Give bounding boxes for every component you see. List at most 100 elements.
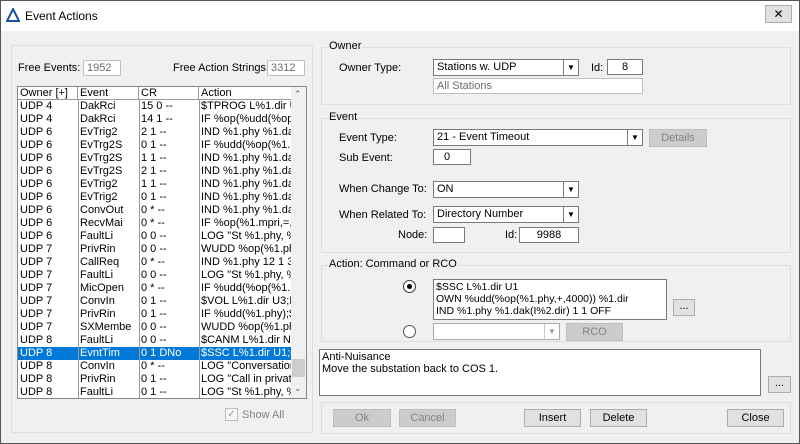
comment-more-button[interactable]: ...: [768, 376, 791, 393]
command-more-button[interactable]: ...: [673, 299, 695, 316]
cell-owner: UDP 6: [20, 152, 53, 164]
table-row[interactable]: UDP 6 EvTrg2S 0 1 -- IF %udd(%op(%1.pl: [18, 139, 292, 152]
cell-owner: UDP 7: [20, 321, 53, 333]
header-owner[interactable]: Owner [+]: [18, 87, 78, 100]
owner-type-select[interactable]: Stations w. UDP ▼: [433, 59, 579, 76]
scroll-down-icon[interactable]: ⌄: [294, 383, 302, 394]
cell-event: EvTrg2S: [80, 165, 123, 177]
table-row[interactable]: UDP 6 FaultLi 0 0 -- LOG "St %1.phy, %: [18, 230, 292, 243]
scroll-thumb[interactable]: [292, 359, 305, 377]
when-related-label: When Related To:: [339, 209, 427, 221]
cell-event: SXMembe: [80, 321, 132, 333]
cell-cr: 0 1 DNo: [141, 347, 182, 359]
table-row[interactable]: UDP 8 PrivRin 0 1 -- LOG "Call in private: [18, 373, 292, 386]
cell-event: RecvMai: [80, 217, 123, 229]
cell-action: LOG "Conversation: [201, 360, 292, 372]
header-action[interactable]: Action: [199, 87, 292, 100]
cell-owner: UDP 6: [20, 126, 53, 138]
chevron-down-icon[interactable]: ▼: [563, 182, 578, 197]
related-id-input[interactable]: 9988: [519, 227, 579, 243]
free-events-value: 1952: [83, 60, 121, 76]
show-all-checkbox[interactable]: ✓: [225, 408, 238, 421]
table-row[interactable]: UDP 7 ConvIn 0 1 -- $VOL L%1.dir U3;II: [18, 295, 292, 308]
when-related-select[interactable]: Directory Number ▼: [433, 206, 579, 223]
rco-radio[interactable]: [403, 325, 416, 338]
owner-id-input[interactable]: 8: [607, 59, 643, 75]
cell-cr: 0 1 --: [141, 295, 167, 307]
cell-cr: 0 * --: [141, 282, 165, 294]
cell-owner: UDP 6: [20, 191, 53, 203]
sub-event-input[interactable]: 0: [433, 149, 471, 165]
cell-action: IF %udd(%op(%1.pl: [201, 139, 292, 151]
comment-textarea[interactable]: Anti-Nuisance Move the substation back t…: [319, 349, 761, 396]
event-actions-table[interactable]: Owner [+] Event CR Action UDP 4 DakRci 15 …: [17, 86, 307, 399]
cell-owner: UDP 7: [20, 243, 53, 255]
close-button[interactable]: Close: [727, 409, 784, 427]
table-row[interactable]: UDP 6 EvTrg2S 2 1 -- IND %1.phy %1.da: [18, 165, 292, 178]
event-type-select[interactable]: 21 - Event Timeout ▼: [433, 129, 643, 146]
cell-event: FaultLi: [80, 230, 114, 242]
table-row[interactable]: UDP 6 RecvMai 0 * -- IF %op(%1.mpri,=,4: [18, 217, 292, 230]
close-window-button[interactable]: ✕: [765, 5, 792, 23]
cancel-button[interactable]: Cancel: [399, 409, 456, 427]
node-input[interactable]: [433, 227, 465, 243]
cell-action: IF %op(%1.mpri,=,4: [201, 217, 292, 229]
owner-group-label: Owner: [328, 40, 363, 52]
table-row[interactable]: UDP 6 EvTrig2 0 1 -- IND %1.phy %1.da: [18, 191, 292, 204]
table-row[interactable]: UDP 4 DakRci 14 1 -- IF %op(%udd(%op(:: [18, 113, 292, 126]
cell-owner: UDP 4: [20, 113, 53, 125]
command-radio[interactable]: [403, 280, 416, 293]
cell-owner: UDP 6: [20, 204, 53, 216]
cell-event: PrivRin: [80, 373, 116, 385]
table-row[interactable]: UDP 7 PrivRin 0 0 -- WUDD %op(%1.ph: [18, 243, 292, 256]
sub-event-label: Sub Event:: [339, 152, 393, 164]
chevron-down-icon[interactable]: ▼: [544, 324, 559, 339]
chevron-down-icon[interactable]: ▼: [627, 130, 642, 145]
header-event[interactable]: Event: [78, 87, 139, 100]
cell-action: IND %1.phy 12 1 3: [201, 256, 292, 268]
table-row[interactable]: UDP 7 MicOpen 0 * -- IF %udd(%op(%1.pl: [18, 282, 292, 295]
table-row[interactable]: UDP 6 EvTrig2 2 1 -- IND %1.phy %1.da: [18, 126, 292, 139]
when-change-label: When Change To:: [339, 183, 427, 195]
header-cr[interactable]: CR: [139, 87, 199, 100]
cell-action: LOG "St %1.phy, %: [201, 269, 292, 281]
cell-cr: 1 1 --: [141, 152, 167, 164]
cell-action: WUDD %op(%1.ph: [201, 321, 292, 333]
table-row[interactable]: UDP 8 EvntTim 0 1 DNo $SSC L%1.dir U1;0: [18, 347, 292, 360]
table-row[interactable]: UDP 7 SXMembe 0 0 -- WUDD %op(%1.ph: [18, 321, 292, 334]
command-textarea[interactable]: $SSC L%1.dir U1 OWN %udd(%op(%1.phy,+,40…: [433, 279, 667, 320]
table-row[interactable]: UDP 7 PrivRin 0 1 -- IF %udd(%1.phy);$I: [18, 308, 292, 321]
cell-owner: UDP 6: [20, 139, 53, 151]
table-header: Owner [+] Event CR Action: [18, 87, 292, 100]
table-row[interactable]: UDP 8 FaultLi 0 0 -- $CANM L%1.dir NC: [18, 334, 292, 347]
cell-event: EvTrig2: [80, 178, 118, 190]
insert-button[interactable]: Insert: [524, 409, 581, 427]
delete-button[interactable]: Delete: [590, 409, 647, 427]
table-row[interactable]: UDP 7 CallReq 0 * -- IND %1.phy 12 1 3: [18, 256, 292, 269]
details-button[interactable]: Details: [649, 129, 707, 147]
scroll-up-icon[interactable]: ⌃: [294, 89, 302, 100]
event-type-value: 21 - Event Timeout: [437, 131, 530, 143]
table-row[interactable]: UDP 6 EvTrig2 1 1 -- IND %1.phy %1.da: [18, 178, 292, 191]
table-row[interactable]: UDP 8 FaultLi 0 1 -- LOG "St %1.phy, %: [18, 386, 292, 398]
cell-event: ConvIn: [80, 295, 115, 307]
table-row[interactable]: UDP 7 FaultLi 0 0 -- LOG "St %1.phy, %: [18, 269, 292, 282]
chevron-down-icon[interactable]: ▼: [563, 60, 578, 75]
cell-event: EvTrig2: [80, 126, 118, 138]
cell-owner: UDP 6: [20, 178, 53, 190]
cell-event: FaultLi: [80, 386, 114, 398]
rco-button[interactable]: RCO: [566, 323, 623, 341]
rco-select[interactable]: ▼: [433, 323, 560, 340]
cell-cr: 0 1 --: [141, 139, 167, 151]
table-row[interactable]: UDP 6 EvTrg2S 1 1 -- IND %1.phy %1.da: [18, 152, 292, 165]
table-row[interactable]: UDP 8 ConvIn 0 * -- LOG "Conversation: [18, 360, 292, 373]
table-row[interactable]: UDP 6 ConvOut 0 * -- IND %1.phy %1.da: [18, 204, 292, 217]
cell-action: $VOL L%1.dir U3;II: [201, 295, 292, 307]
ok-button[interactable]: Ok: [333, 409, 391, 427]
table-row[interactable]: UDP 4 DakRci 15 0 -- $TPROG L%1.dir U: [18, 100, 292, 113]
table-scrollbar[interactable]: ⌃ ⌄: [291, 87, 306, 398]
when-related-value: Directory Number: [437, 208, 524, 220]
when-change-select[interactable]: ON ▼: [433, 181, 579, 198]
cell-owner: UDP 7: [20, 256, 53, 268]
chevron-down-icon[interactable]: ▼: [563, 207, 578, 222]
